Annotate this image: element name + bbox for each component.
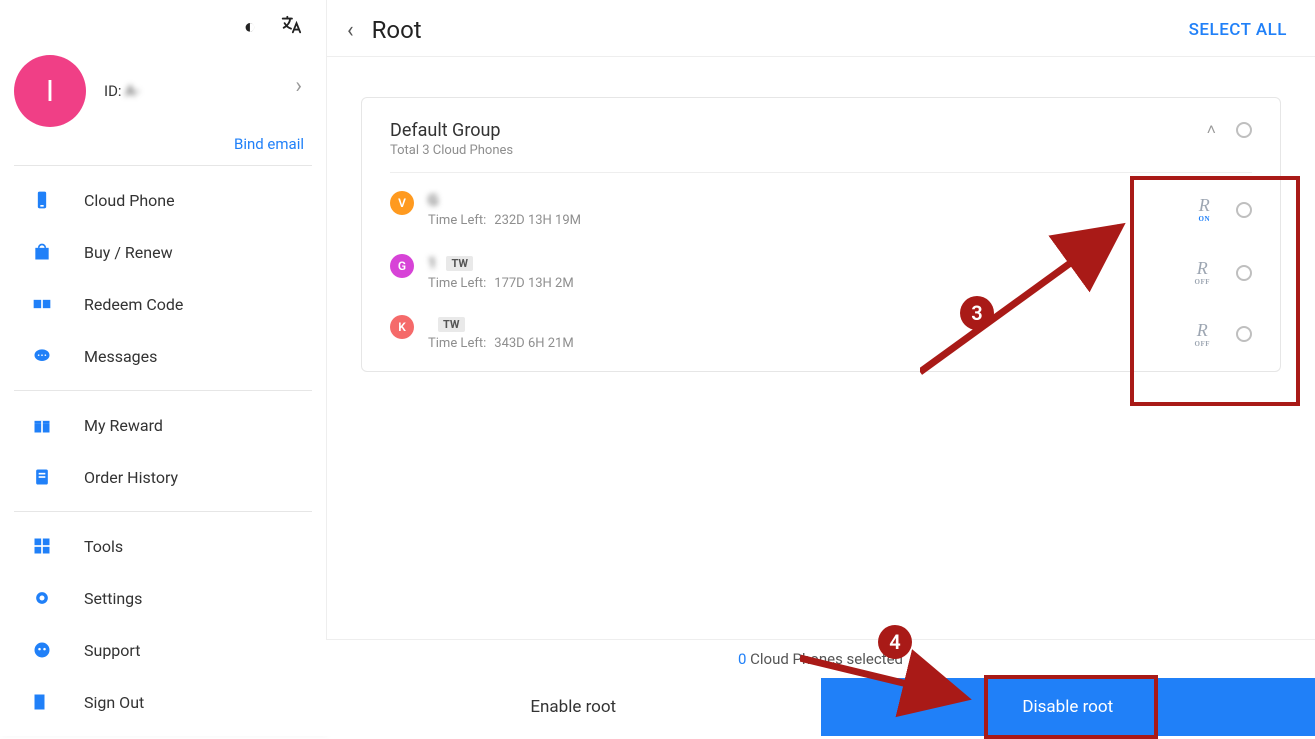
disable-root-button[interactable]: Disable root [821,678,1315,736]
sidebar-item-tools[interactable]: Tools [0,520,326,572]
group-title: Default Group [390,120,513,141]
bag-icon [32,240,64,264]
selected-count-row: 0 Cloud Phones selected [326,640,1315,678]
main: ‹ Root SELECT ALL Default Group Total 3 … [326,0,1315,736]
gear-icon [32,586,64,610]
sidebar-item-my-reward[interactable]: My Reward [0,399,326,451]
tools-icon [32,534,64,558]
sign-out-icon [32,690,64,714]
select-all-button[interactable]: SELECT ALL [1189,20,1287,40]
sidebar-item-label: Cloud Phone [84,191,312,210]
phone-badge: G [390,254,414,278]
avatar: I [14,55,86,127]
chevron-up-icon[interactable]: ˄ [1207,120,1216,140]
phone-badge: V [390,191,414,215]
sidebar-item-label: Settings [84,589,312,608]
ticket-icon [32,292,64,316]
user-block[interactable]: I ID: A- › [0,41,326,131]
phone-select-radio[interactable] [1236,265,1252,281]
sidebar-item-settings[interactable]: Settings [0,572,326,624]
group-card: Default Group Total 3 Cloud Phones ˄ V G [361,97,1281,372]
sidebar-item-label: Redeem Code [84,295,312,314]
sidebar-item-label: My Reward [84,416,312,435]
sidebar-item-label: Support [84,641,312,660]
support-icon [32,638,64,662]
phone-row: V G Time Left:232D 13H 19M RON [390,173,1252,236]
group-select-radio[interactable] [1236,122,1252,138]
phone-row: G 1 TW Time Left:177D 13H 2M ROFF [390,236,1252,299]
sidebar: ◐ I ID: A- › Bind email Cl [0,0,326,736]
topbar: ‹ Root SELECT ALL [327,0,1315,57]
region-tag: TW [438,317,465,332]
page-title: Root [372,16,422,44]
sidebar-item-order-history[interactable]: Order History [0,451,326,503]
time-left: Time Left:232D 13H 19M [428,213,581,228]
sidebar-item-cloud-phone[interactable]: Cloud Phone [0,174,326,226]
phone-name: 1 [428,254,436,272]
phone-row: K TW Time Left:343D 6H 21M ROFF [390,299,1252,359]
footer: 0 Cloud Phones selected Enable root Disa… [326,639,1315,736]
region-tag: TW [446,256,473,271]
sidebar-item-sign-out[interactable]: Sign Out [0,676,326,728]
language-icon[interactable] [280,14,302,41]
sidebar-item-redeem-code[interactable]: Redeem Code [0,278,326,330]
group-subtitle: Total 3 Cloud Phones [390,143,513,158]
contrast-icon[interactable]: ◐ [244,14,256,41]
enable-root-button[interactable]: Enable root [326,678,821,736]
chevron-right-icon[interactable]: › [295,74,302,99]
sidebar-item-label: Tools [84,537,312,556]
time-left: Time Left:343D 6H 21M [428,336,574,351]
phone-badge: K [390,315,414,339]
sidebar-item-label: Sign Out [84,693,312,712]
sidebar-item-label: Messages [84,347,312,366]
root-status-icon: ROFF [1195,259,1211,286]
phone-select-radio[interactable] [1236,202,1252,218]
time-left: Time Left:177D 13H 2M [428,276,574,291]
phone-name: G [428,191,438,209]
root-status-icon: ROFF [1195,321,1211,348]
sidebar-item-label: Buy / Renew [84,243,312,262]
phone-select-radio[interactable] [1236,326,1252,342]
sidebar-item-support[interactable]: Support [0,624,326,676]
phone-icon [32,188,64,212]
root-status-icon: RON [1199,196,1211,223]
nav-list: Cloud Phone Buy / Renew Redeem Code Mess… [0,166,326,390]
chat-icon [32,344,64,368]
sidebar-item-label: Order History [84,468,312,487]
sidebar-item-messages[interactable]: Messages [0,330,326,382]
sidebar-item-buy-renew[interactable]: Buy / Renew [0,226,326,278]
back-icon[interactable]: ‹ [347,18,354,43]
user-id: ID: A- [104,82,139,100]
gift-icon [32,413,64,437]
bind-email-link[interactable]: Bind email [0,131,326,165]
clipboard-icon [32,465,64,489]
